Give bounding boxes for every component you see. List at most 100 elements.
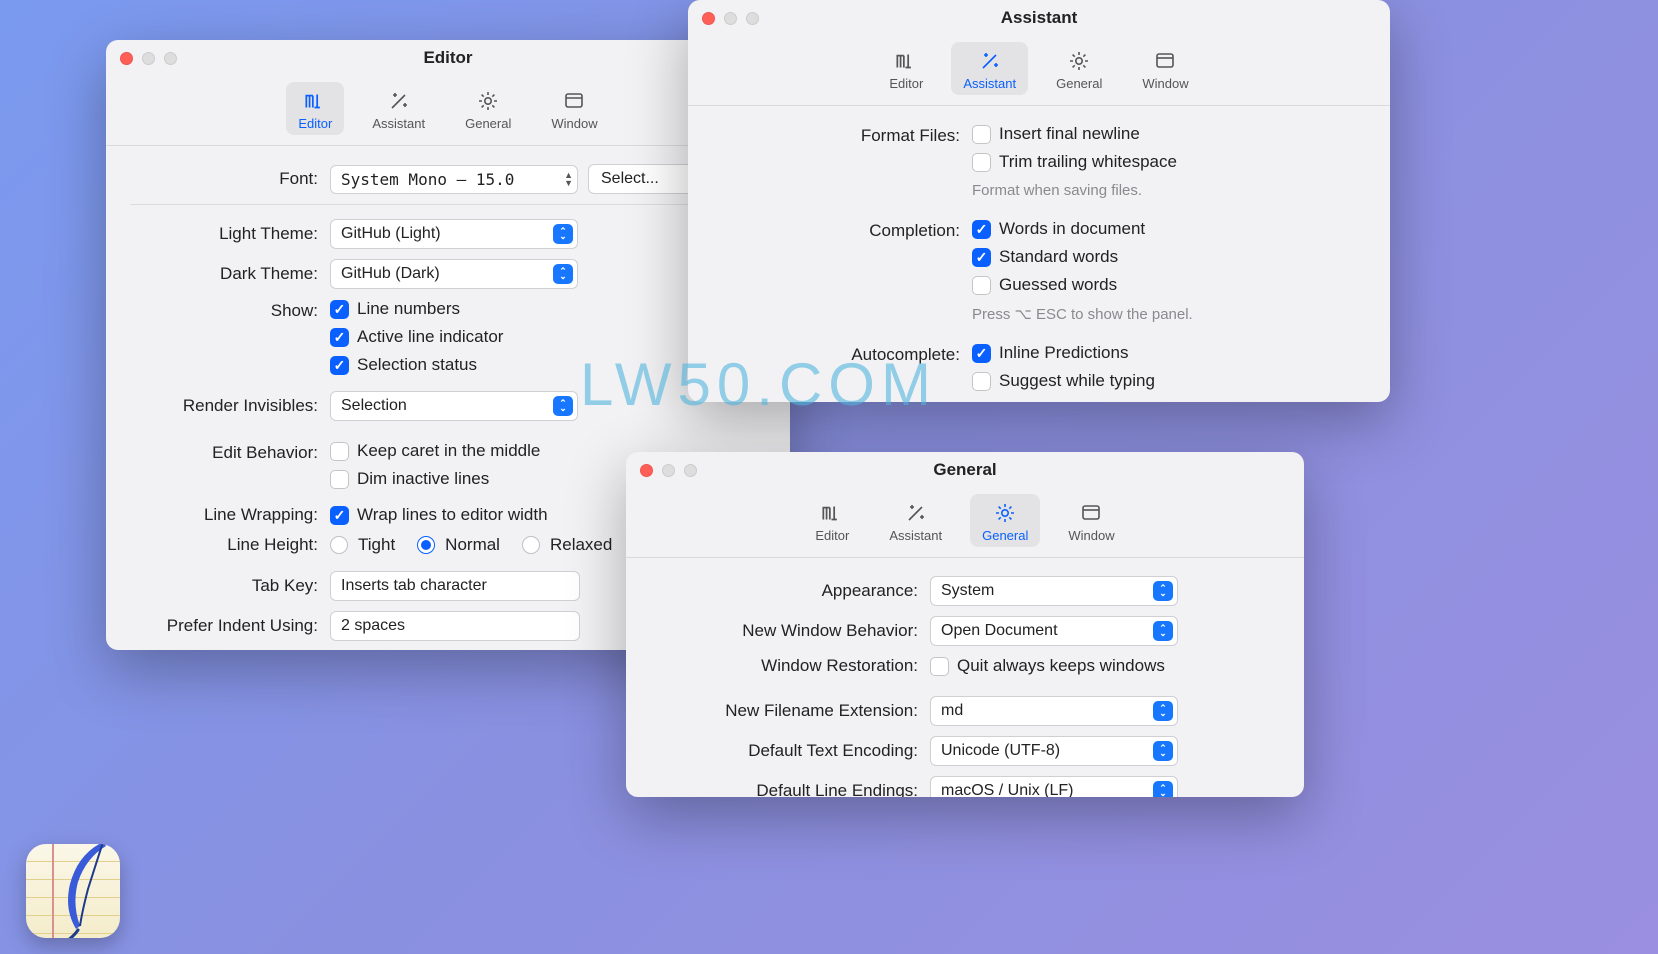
- new-ext-label: New Filename Extension:: [650, 701, 930, 721]
- tab-label: Editor: [298, 116, 332, 131]
- tab-window[interactable]: Window: [539, 82, 609, 135]
- checkbox-label: Wrap lines to editor width: [357, 505, 548, 525]
- guessed-words-checkbox[interactable]: Guessed words: [972, 275, 1117, 295]
- general-body: Appearance: System New Window Behavior: …: [626, 558, 1304, 797]
- close-button[interactable]: [702, 12, 715, 25]
- checkbox-icon: [972, 372, 991, 391]
- standard-words-checkbox[interactable]: Standard words: [972, 247, 1118, 267]
- edit-behavior-label: Edit Behavior:: [130, 441, 330, 463]
- keep-caret-checkbox[interactable]: Keep caret in the middle: [330, 441, 540, 461]
- dark-theme-popup[interactable]: GitHub (Dark): [330, 259, 578, 289]
- tab-assistant[interactable]: Assistant: [360, 82, 437, 135]
- window-title: General: [626, 460, 1304, 480]
- chevron-updown-icon: [553, 264, 573, 284]
- stepper-arrows-icon[interactable]: ▲▼: [564, 171, 573, 187]
- checkbox-label: Suggest while typing: [999, 371, 1155, 391]
- tab-window[interactable]: Window: [1130, 42, 1200, 95]
- selection-status-checkbox[interactable]: Selection status: [330, 355, 477, 375]
- checkbox-label: Inline Predictions: [999, 343, 1128, 363]
- checkbox-icon: [972, 125, 991, 144]
- prefer-indent-label: Prefer Indent Using:: [130, 616, 330, 636]
- assistant-icon: [977, 48, 1003, 74]
- checkbox-label: Standard words: [999, 247, 1118, 267]
- minimize-button[interactable]: [662, 464, 675, 477]
- new-window-popup[interactable]: Open Document: [930, 616, 1178, 646]
- window-icon: [1152, 48, 1178, 74]
- encoding-popup[interactable]: Unicode (UTF-8): [930, 736, 1178, 766]
- tab-general[interactable]: General: [1044, 42, 1114, 95]
- popup-value: Unicode (UTF-8): [941, 742, 1060, 760]
- tab-assistant[interactable]: Assistant: [951, 42, 1028, 95]
- chevron-updown-icon: [1153, 741, 1173, 761]
- dim-inactive-checkbox[interactable]: Dim inactive lines: [330, 469, 489, 489]
- trim-whitespace-checkbox[interactable]: Trim trailing whitespace: [972, 152, 1177, 172]
- insert-newline-checkbox[interactable]: Insert final newline: [972, 124, 1140, 144]
- radio-relaxed[interactable]: [522, 536, 540, 554]
- tab-editor[interactable]: Editor: [877, 42, 935, 95]
- checkbox-label: Guessed words: [999, 275, 1117, 295]
- checkbox-icon: [330, 506, 349, 525]
- format-hint: Format when saving files.: [972, 182, 1142, 199]
- zoom-button[interactable]: [684, 464, 697, 477]
- completion-hint: Press ⌥ ESC to show the panel.: [972, 305, 1193, 323]
- traffic-lights: [702, 12, 759, 25]
- minimize-button[interactable]: [724, 12, 737, 25]
- checkbox-icon: [330, 470, 349, 489]
- inline-predictions-checkbox[interactable]: Inline Predictions: [972, 343, 1128, 363]
- popup-value: Inserts tab character: [341, 577, 487, 595]
- window-icon: [561, 88, 587, 114]
- checkbox-label: Trim trailing whitespace: [999, 152, 1177, 172]
- radio-normal[interactable]: [417, 536, 435, 554]
- minimize-button[interactable]: [142, 52, 155, 65]
- app-icon: [26, 844, 120, 938]
- tab-assistant[interactable]: Assistant: [877, 494, 954, 547]
- close-button[interactable]: [120, 52, 133, 65]
- light-theme-label: Light Theme:: [130, 224, 330, 244]
- tab-general[interactable]: General: [970, 494, 1040, 547]
- dark-theme-label: Dark Theme:: [130, 264, 330, 284]
- tab-key-popup[interactable]: Inserts tab character: [330, 571, 580, 601]
- render-invisibles-popup[interactable]: Selection: [330, 391, 578, 421]
- zoom-button[interactable]: [164, 52, 177, 65]
- tab-label: Assistant: [372, 116, 425, 131]
- line-numbers-checkbox[interactable]: Line numbers: [330, 299, 460, 319]
- checkbox-icon: [330, 356, 349, 375]
- tab-editor[interactable]: Editor: [803, 494, 861, 547]
- popup-value: md: [941, 702, 963, 720]
- feather-icon: [48, 844, 120, 938]
- chevron-updown-icon: [1153, 581, 1173, 601]
- popup-value: macOS / Unix (LF): [941, 782, 1073, 797]
- appearance-popup[interactable]: System: [930, 576, 1178, 606]
- autocomplete-label: Autocomplete:: [712, 343, 972, 365]
- radio-label: Tight: [358, 535, 395, 555]
- editor-icon: [819, 500, 845, 526]
- divider: [130, 204, 766, 205]
- popup-value: GitHub (Dark): [341, 265, 440, 283]
- words-in-doc-checkbox[interactable]: Words in document: [972, 219, 1145, 239]
- zoom-button[interactable]: [746, 12, 759, 25]
- tab-general[interactable]: General: [453, 82, 523, 135]
- gear-icon: [1066, 48, 1092, 74]
- assistant-preferences-window: Assistant Editor Assistant General Windo…: [688, 0, 1390, 402]
- window-restoration-label: Window Restoration:: [650, 656, 930, 676]
- popup-value: Open Document: [941, 622, 1058, 640]
- new-ext-popup[interactable]: md: [930, 696, 1178, 726]
- radio-label: Normal: [445, 535, 500, 555]
- active-line-checkbox[interactable]: Active line indicator: [330, 327, 503, 347]
- close-button[interactable]: [640, 464, 653, 477]
- gear-icon: [992, 500, 1018, 526]
- suggest-typing-checkbox[interactable]: Suggest while typing: [972, 371, 1155, 391]
- tab-window[interactable]: Window: [1056, 494, 1126, 547]
- checkbox-label: Line numbers: [357, 299, 460, 319]
- prefer-indent-popup[interactable]: 2 spaces: [330, 611, 580, 641]
- button-label: Select...: [601, 170, 659, 188]
- tab-editor[interactable]: Editor: [286, 82, 344, 135]
- wrap-lines-checkbox[interactable]: Wrap lines to editor width: [330, 505, 548, 525]
- light-theme-popup[interactable]: GitHub (Light): [330, 219, 578, 249]
- preferences-toolbar: Editor Assistant General Window: [688, 36, 1390, 106]
- font-stepper[interactable]: System Mono — 15.0 ▲▼: [330, 165, 578, 194]
- checkbox-icon: [330, 328, 349, 347]
- line-endings-popup[interactable]: macOS / Unix (LF): [930, 776, 1178, 797]
- quit-keeps-checkbox[interactable]: Quit always keeps windows: [930, 656, 1165, 676]
- radio-tight[interactable]: [330, 536, 348, 554]
